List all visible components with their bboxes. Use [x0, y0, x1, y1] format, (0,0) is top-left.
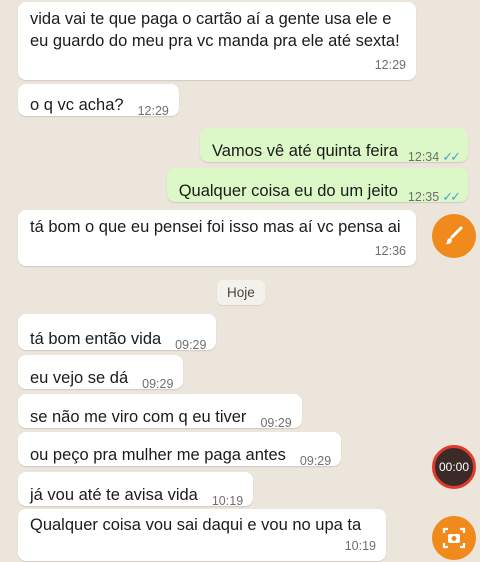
message-time: 12:29 — [137, 104, 169, 118]
incoming-message[interactable]: se não me viro com q eu tiver 09:29 — [18, 394, 302, 430]
date-separator: Hoje — [217, 280, 265, 305]
incoming-message[interactable]: tá bom o que eu pensei foi isso mas aí v… — [18, 210, 416, 266]
message-time: 12:35 ✓✓ — [407, 189, 461, 204]
message-time: 09:29 — [142, 377, 174, 391]
message-text: tá bom o que eu pensei foi isso mas aí v… — [30, 218, 401, 236]
message-text: o q vc acha? — [30, 96, 124, 114]
incoming-message[interactable]: eu vejo se dá 09:29 — [18, 355, 184, 391]
chat-thread: vida vai te que paga o cartão aí a gente… — [0, 0, 480, 562]
incoming-message[interactable]: ou peço pra mulher me paga antes 09:29 — [18, 432, 342, 468]
incoming-message[interactable]: vida vai te que paga o cartão aí a gente… — [18, 2, 416, 80]
message-text: se não me viro com q eu tiver — [30, 408, 247, 426]
message-text: ou peço pra mulher me paga antes — [30, 446, 286, 464]
message-time: 12:34 ✓✓ — [407, 149, 461, 164]
read-ticks-icon: ✓✓ — [442, 189, 461, 204]
paint-brush-icon — [445, 226, 463, 245]
message-text: Vamos vê até quinta feira — [212, 142, 398, 160]
outgoing-message[interactable]: Vamos vê até quinta feira 12:34 ✓✓ — [200, 128, 468, 164]
message-time: 09:29 — [299, 454, 332, 468]
message-time: 10:19 — [344, 539, 376, 553]
message-text: já vou até te avisa vida — [30, 486, 198, 504]
message-time: 12:29 — [374, 58, 406, 72]
read-ticks-icon: ✓✓ — [442, 149, 461, 164]
record-timer: 00:00 — [438, 460, 470, 474]
record-timer-button[interactable]: 00:00 — [432, 445, 476, 489]
incoming-message[interactable]: Qualquer coisa vou sai daqui e vou no up… — [18, 509, 386, 561]
incoming-message[interactable]: o q vc acha? 12:29 — [18, 84, 179, 118]
message-text: tá bom então vida — [30, 330, 162, 348]
message-time: 09:29 — [260, 416, 292, 430]
brush-button[interactable] — [432, 214, 476, 258]
message-text: Qualquer coisa eu do um jeito — [178, 182, 398, 200]
camera-capture-icon — [442, 527, 466, 549]
message-time: 09:29 — [175, 338, 207, 352]
message-text: eu vejo se dá — [30, 369, 129, 387]
incoming-message[interactable]: tá bom então vida 09:29 — [18, 314, 217, 352]
outgoing-message[interactable]: Qualquer coisa eu do um jeito 12:35 ✓✓ — [166, 168, 468, 204]
incoming-message[interactable]: já vou até te avisa vida 10:19 — [18, 472, 254, 508]
message-text: vida vai te que paga o cartão aí a gente… — [30, 10, 400, 50]
screenshot-button[interactable] — [432, 516, 476, 560]
message-time: 12:36 — [374, 244, 406, 258]
message-text: Qualquer coisa vou sai daqui e vou no up… — [30, 516, 362, 534]
